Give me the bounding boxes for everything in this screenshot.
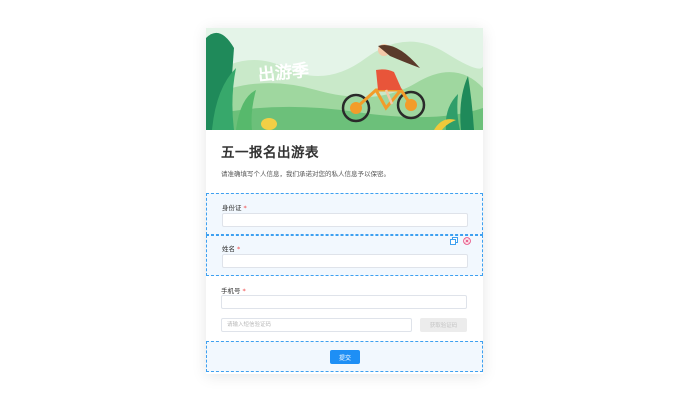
id-card-label: 身份证 * — [222, 204, 247, 212]
name-field[interactable]: 姓名 * — [206, 235, 483, 276]
submit-area: 提交 — [206, 341, 483, 372]
name-input[interactable] — [222, 254, 468, 268]
form-card: 出游季 五一报名出游表 请准确填写个人信息，我们承诺对您的私人信息予以保密。 身… — [206, 28, 483, 374]
copy-icon[interactable] — [450, 230, 458, 245]
phone-field[interactable]: 手机号 * — [206, 278, 483, 312]
form-title: 五一报名出游表 — [221, 145, 319, 161]
required-mark: * — [243, 204, 247, 212]
phone-label: 手机号 * — [221, 287, 246, 295]
required-mark: * — [237, 245, 241, 253]
get-code-button[interactable]: 获取验证码 — [420, 318, 467, 332]
required-mark: * — [242, 287, 246, 295]
id-card-field[interactable]: 身份证 * — [206, 193, 483, 235]
banner-image: 出游季 — [206, 28, 483, 130]
submit-button[interactable]: 提交 — [330, 350, 360, 364]
phone-input[interactable] — [221, 295, 467, 309]
form-description: 请准确填写个人信息，我们承诺对您的私人信息予以保密。 — [221, 170, 390, 178]
name-label: 姓名 * — [222, 245, 241, 253]
sms-code-input[interactable] — [221, 318, 412, 332]
field-toolbar — [450, 230, 490, 245]
delete-icon[interactable] — [463, 230, 471, 245]
id-card-input[interactable] — [222, 213, 468, 227]
